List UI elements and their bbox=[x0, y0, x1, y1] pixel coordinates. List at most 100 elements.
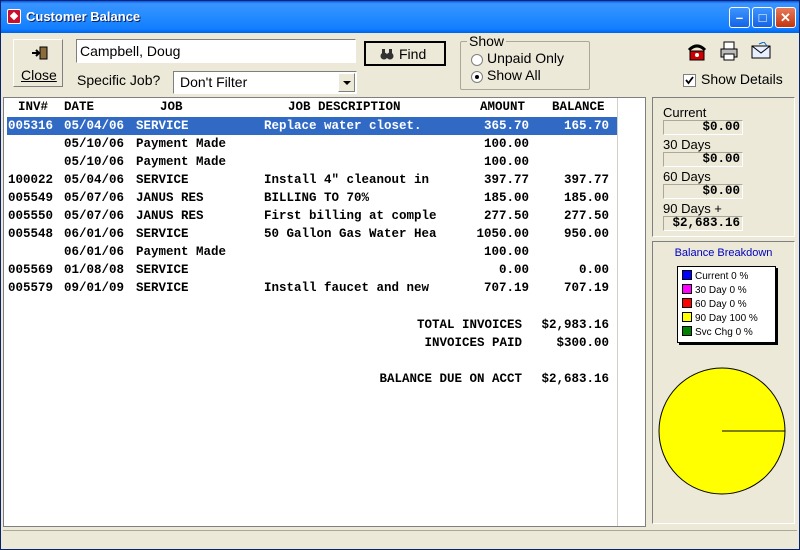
radio-unpaid-only[interactable]: Unpaid Only bbox=[471, 50, 581, 67]
legend-label: Svc Chg 0 % bbox=[695, 327, 753, 338]
specific-job-label: Specific Job? bbox=[77, 72, 161, 88]
radio-circle-selected bbox=[471, 71, 483, 83]
cell-inv: 005579 bbox=[8, 281, 54, 295]
cell-inv: 005550 bbox=[8, 209, 54, 223]
cell-amount: 277.50 bbox=[483, 209, 529, 223]
table-row[interactable]: 005579 09/01/09 SERVICE Install faucet and … bbox=[4, 279, 645, 297]
app-icon bbox=[7, 9, 21, 24]
cell-inv: 005316 bbox=[8, 119, 54, 133]
aging-label: 90 Days + bbox=[663, 201, 722, 216]
show-group-label: Show bbox=[467, 33, 507, 49]
cell-amount: 397.77 bbox=[483, 173, 529, 187]
cell-date: 01/08/08 bbox=[64, 263, 125, 277]
customer-name-field[interactable]: Campbell, Doug bbox=[76, 39, 356, 63]
find-label: Find bbox=[399, 46, 427, 62]
legend-label: 30 Day 0 % bbox=[695, 285, 747, 296]
cell-balance: 165.70 bbox=[563, 119, 609, 133]
show-details-label: Show Details bbox=[701, 71, 783, 87]
envelope-icon[interactable] bbox=[751, 42, 773, 60]
invoice-table[interactable]: INV# DATE JOB JOB DESCRIPTION AMOUNT BAL… bbox=[3, 97, 646, 527]
legend-item: Svc Chg 0 % bbox=[682, 326, 753, 339]
cell-date: 05/04/06 bbox=[64, 119, 125, 133]
total-label: BALANCE DUE ON ACCT bbox=[379, 372, 522, 386]
header-date[interactable]: DATE bbox=[64, 98, 94, 116]
job-filter-select[interactable]: Don't Filter bbox=[173, 71, 357, 94]
table-row[interactable]: 005316 05/04/06 SERVICE Replace water close… bbox=[7, 117, 619, 135]
cell-description: BILLING TO 70% bbox=[264, 191, 370, 205]
printer-icon[interactable] bbox=[719, 41, 739, 61]
table-row[interactable]: 005550 05/07/06 JANUS RES First billing at … bbox=[4, 207, 645, 225]
close-button[interactable]: Close bbox=[13, 39, 63, 87]
close-window-button[interactable]: ✕ bbox=[775, 7, 796, 28]
legend-swatch bbox=[682, 326, 692, 336]
legend-swatch bbox=[682, 270, 692, 280]
legend-item: 90 Day 100 % bbox=[682, 312, 758, 325]
total-value: $2,683.16 bbox=[541, 372, 609, 386]
breakdown-title: Balance Breakdown bbox=[674, 247, 773, 259]
table-row[interactable]: 06/01/06 Payment Made 100.00 bbox=[4, 243, 645, 261]
maximize-icon: □ bbox=[758, 10, 767, 25]
cell-balance: 0.00 bbox=[578, 263, 609, 277]
cell-balance: 950.00 bbox=[563, 227, 609, 241]
aging-value: $0.00 bbox=[702, 184, 740, 198]
cell-description: Install 4" cleanout in bbox=[264, 173, 430, 187]
aging-value-box: $0.00 bbox=[663, 184, 743, 199]
legend-swatch bbox=[682, 312, 692, 322]
cell-date: 05/07/06 bbox=[64, 191, 125, 205]
minimize-button[interactable]: – bbox=[729, 7, 750, 28]
aging-label: 30 Days bbox=[663, 137, 711, 152]
checkmark-icon bbox=[685, 76, 694, 85]
header-amount[interactable]: AMOUNT bbox=[480, 98, 525, 116]
aging-value: $2,683.16 bbox=[672, 216, 740, 230]
legend-item: 60 Day 0 % bbox=[682, 298, 747, 311]
table-row[interactable]: 05/10/06 Payment Made 100.00 bbox=[4, 135, 645, 153]
header-balance[interactable]: BALANCE bbox=[552, 98, 605, 116]
cell-amount: 707.19 bbox=[483, 281, 529, 295]
legend-label: Current 0 % bbox=[695, 271, 749, 282]
chevron-down-icon bbox=[343, 81, 351, 85]
table-row[interactable]: 05/10/06 Payment Made 100.00 bbox=[4, 153, 645, 171]
cell-balance: 277.50 bbox=[563, 209, 609, 223]
phone-icon[interactable] bbox=[687, 42, 707, 62]
table-row[interactable]: 100022 05/04/06 SERVICE Install 4" cleanout… bbox=[4, 171, 645, 189]
cell-date: 05/04/06 bbox=[64, 173, 125, 187]
show-all-label: Show All bbox=[487, 67, 541, 83]
cell-balance: 185.00 bbox=[563, 191, 609, 205]
title-bar[interactable]: Customer Balance – □ ✕ bbox=[1, 1, 799, 33]
cell-amount: 100.00 bbox=[483, 245, 529, 259]
show-details-checkbox[interactable]: Show Details bbox=[683, 71, 793, 88]
header-inv[interactable]: INV# bbox=[18, 98, 48, 116]
cell-inv: 005548 bbox=[8, 227, 54, 241]
minimize-icon: – bbox=[735, 10, 744, 25]
legend-label: 90 Day 100 % bbox=[695, 313, 758, 324]
legend-item: Current 0 % bbox=[682, 270, 748, 283]
cell-job: Payment Made bbox=[136, 245, 227, 259]
cell-date: 05/10/06 bbox=[64, 137, 125, 151]
checkbox-box bbox=[683, 74, 696, 87]
aging-value-box: $0.00 bbox=[663, 152, 743, 167]
table-row[interactable]: 005549 05/07/06 JANUS RES BILLING TO 70% 185… bbox=[4, 189, 645, 207]
legend-swatch bbox=[682, 298, 692, 308]
header-job[interactable]: JOB bbox=[160, 98, 183, 116]
header-description[interactable]: JOB DESCRIPTION bbox=[288, 98, 401, 116]
cell-job: JANUS RES bbox=[136, 209, 204, 223]
cell-description: First billing at comple bbox=[264, 209, 437, 223]
legend-swatch bbox=[682, 284, 692, 294]
cell-amount: 100.00 bbox=[483, 155, 529, 169]
maximize-button[interactable]: □ bbox=[752, 7, 773, 28]
dropdown-button[interactable] bbox=[338, 73, 355, 92]
cell-job: SERVICE bbox=[136, 227, 189, 241]
cell-inv: 005569 bbox=[8, 263, 54, 277]
breakdown-legend: Current 0 % 30 Day 0 % 60 Day 0 % 90 Day 10… bbox=[677, 266, 776, 343]
table-row[interactable]: 005569 01/08/08 SERVICE 0.00 0.00 bbox=[4, 261, 645, 279]
cell-date: 05/10/06 bbox=[64, 155, 125, 169]
radio-show-all[interactable]: Show All bbox=[471, 67, 581, 84]
table-row[interactable]: 005548 06/01/06 SERVICE 50 Gallon Gas Water… bbox=[4, 225, 645, 243]
cell-inv: 005549 bbox=[8, 191, 54, 205]
totals-row: BALANCE DUE ON ACCT $2,683.16 bbox=[4, 370, 645, 388]
total-value: $2,983.16 bbox=[541, 318, 609, 332]
find-button[interactable]: Find bbox=[364, 41, 446, 66]
status-bar bbox=[3, 530, 797, 549]
aging-label: Current bbox=[663, 105, 707, 120]
cell-amount: 100.00 bbox=[483, 137, 529, 151]
